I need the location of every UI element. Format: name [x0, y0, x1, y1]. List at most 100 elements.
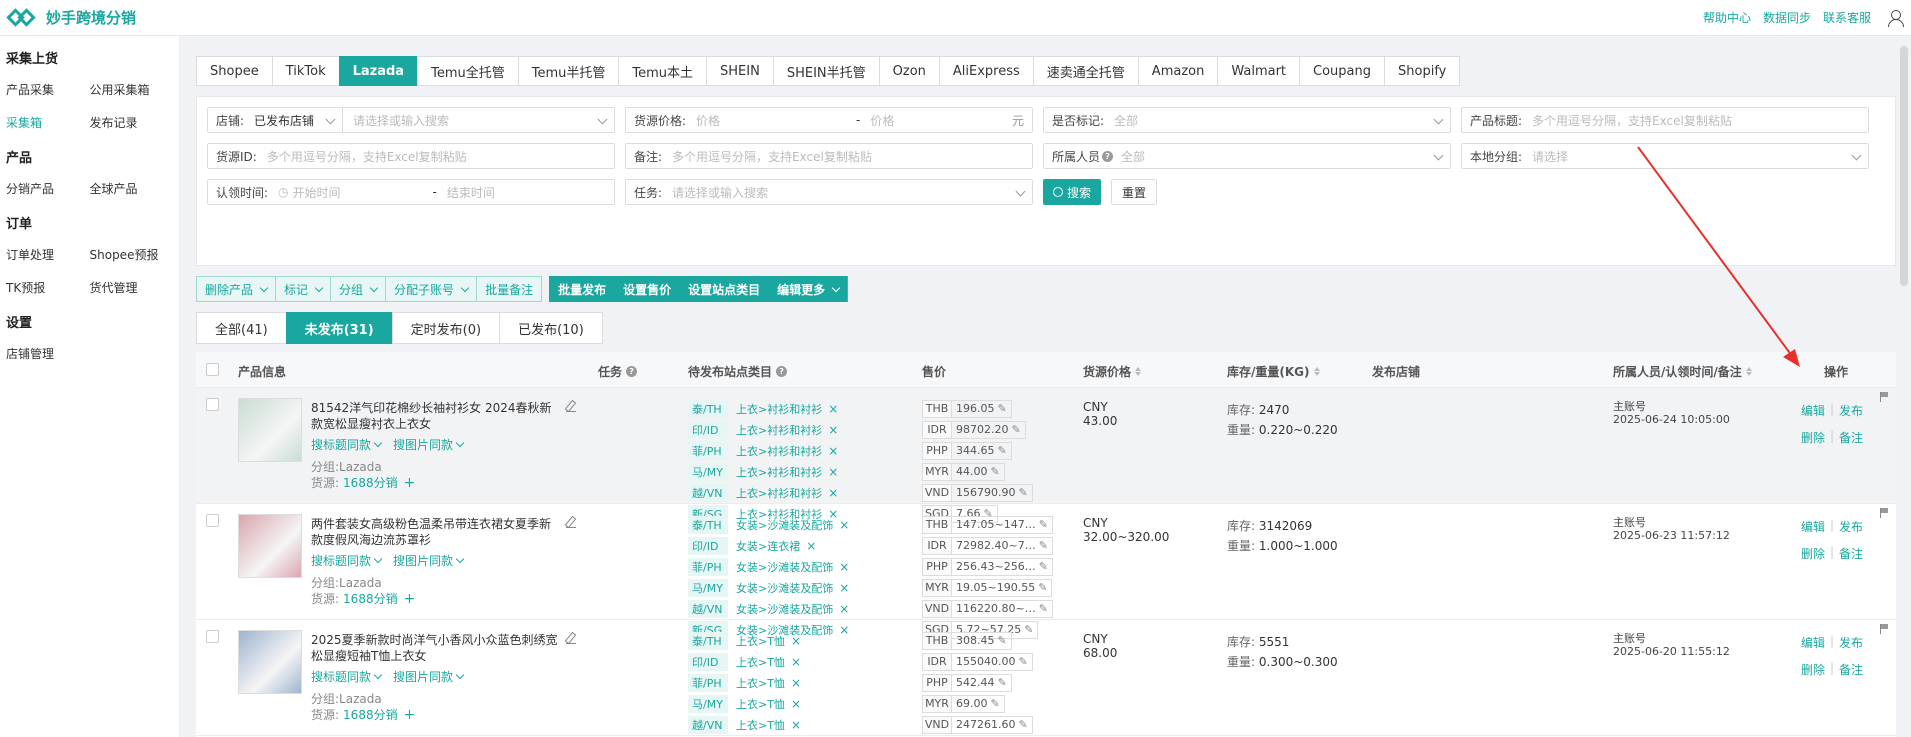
category-path[interactable]: 上衣>T恤: [736, 654, 785, 670]
page-scrollbar[interactable]: [1900, 46, 1908, 286]
platform-tab[interactable]: 速卖通全托管: [1032, 56, 1139, 86]
price-min-input[interactable]: 价格: [696, 112, 856, 129]
category-path[interactable]: 上衣>衬衫和衬衫: [736, 422, 822, 438]
search-image-same-link[interactable]: 搜图片同款: [393, 668, 465, 685]
price-value[interactable]: 247261.60 ✎: [952, 715, 1033, 734]
add-icon[interactable]: +: [404, 707, 416, 723]
edit-more-button[interactable]: 编辑更多: [768, 276, 849, 302]
delete-button[interactable]: 删除: [1801, 545, 1825, 562]
platform-tab[interactable]: TikTok: [271, 56, 340, 86]
claim-end-input[interactable]: 结束时间: [447, 184, 495, 201]
search-title-same-link[interactable]: 搜标题同款: [311, 668, 383, 685]
flag-icon[interactable]: [1880, 392, 1889, 402]
note-button[interactable]: 备注: [1839, 661, 1863, 678]
price-value[interactable]: 344.65 ✎: [952, 441, 1012, 460]
price-value[interactable]: 98702.20 ✎: [952, 420, 1026, 439]
search-title-same-link[interactable]: 搜标题同款: [311, 552, 383, 569]
product-title[interactable]: 2025夏季新款时尚洋气小香风小众蓝色刺绣宽松显瘦短袖T恤上衣女: [311, 632, 571, 664]
publish-button[interactable]: 发布: [1839, 518, 1863, 535]
edit-title-icon[interactable]: [566, 518, 576, 528]
status-tab[interactable]: 定时发布(0): [391, 312, 501, 344]
sidebar-item-publish-records[interactable]: 发布记录: [90, 114, 174, 131]
category-path[interactable]: 上衣>T恤: [736, 696, 785, 712]
platform-tab[interactable]: SHEIN半托管: [772, 56, 880, 86]
source-price-range[interactable]: 货源价格: 价格 - 价格 元: [625, 107, 1033, 133]
delete-products-button[interactable]: 删除产品: [196, 276, 277, 302]
sidebar-item-shop-management[interactable]: 店铺管理: [6, 345, 90, 362]
sidebar-item-shopee-forecast[interactable]: Shopee预报: [90, 246, 174, 263]
owner-select[interactable]: 所属人员 ? 全部: [1043, 143, 1451, 169]
remove-icon[interactable]: ×: [839, 560, 849, 574]
category-path[interactable]: 上衣>衬衫和衬衫: [736, 485, 822, 501]
col-source-price[interactable]: 货源价格: [1083, 363, 1142, 380]
source-link[interactable]: 1688分销: [343, 476, 398, 490]
source-link[interactable]: 1688分销: [343, 592, 398, 606]
price-value[interactable]: 116220.80~… ✎: [952, 599, 1053, 618]
category-path[interactable]: 上衣>T恤: [736, 633, 785, 649]
remove-icon[interactable]: ×: [791, 655, 801, 669]
platform-tab[interactable]: Temu全托管: [417, 56, 519, 86]
edit-button[interactable]: 编辑: [1801, 518, 1825, 535]
set-price-button[interactable]: 设置售价: [614, 276, 681, 302]
data-sync-link[interactable]: 数据同步: [1763, 9, 1811, 26]
edit-title-icon[interactable]: [566, 402, 576, 412]
platform-tab[interactable]: SHEIN: [706, 56, 774, 86]
search-button[interactable]: 搜索: [1043, 179, 1102, 205]
note-input[interactable]: 备注: 多个用逗号分隔，支持Excel复制粘贴: [625, 143, 1033, 169]
search-title-same-link[interactable]: 搜标题同款: [311, 436, 383, 453]
assign-subaccount-button[interactable]: 分配子账号: [385, 276, 478, 302]
category-path[interactable]: 上衣>衬衫和衬衫: [736, 443, 822, 459]
shop-select[interactable]: 店铺: 已发布店铺 请选择或输入搜索: [207, 107, 615, 133]
sidebar-item-order-processing[interactable]: 订单处理: [6, 246, 90, 263]
batch-note-button[interactable]: 批量备注: [476, 276, 543, 302]
user-icon[interactable]: [1887, 9, 1904, 27]
reset-button[interactable]: 重置: [1111, 179, 1158, 205]
contact-support-link[interactable]: 联系客服: [1823, 9, 1871, 26]
remove-icon[interactable]: ×: [791, 634, 801, 648]
price-value[interactable]: 19.05~190.55 ✎: [952, 578, 1053, 597]
price-value[interactable]: 156790.90 ✎: [952, 483, 1033, 502]
remove-icon[interactable]: ×: [839, 581, 849, 595]
price-value[interactable]: 44.00 ✎: [952, 462, 1005, 481]
category-path[interactable]: 上衣>T恤: [736, 717, 785, 733]
remove-icon[interactable]: ×: [828, 423, 838, 437]
platform-tab[interactable]: Ozon: [878, 56, 940, 86]
search-image-same-link[interactable]: 搜图片同款: [393, 552, 465, 569]
flag-icon[interactable]: [1880, 508, 1889, 518]
remove-icon[interactable]: ×: [806, 539, 816, 553]
sidebar-item-public-collect-box[interactable]: 公用采集箱: [90, 81, 174, 98]
remove-icon[interactable]: ×: [839, 602, 849, 616]
edit-title-icon[interactable]: [566, 634, 576, 644]
remove-icon[interactable]: ×: [791, 676, 801, 690]
remove-icon[interactable]: ×: [791, 697, 801, 711]
add-icon[interactable]: +: [404, 475, 416, 491]
select-all-checkbox[interactable]: [206, 363, 219, 376]
product-title-input[interactable]: 产品标题: 多个用逗号分隔，支持Excel复制粘贴: [1461, 107, 1869, 133]
product-title[interactable]: 两件套装女高级粉色温柔吊带连衣裙女夏季新款度假风海边流苏罩衫: [311, 516, 571, 548]
platform-tab[interactable]: AliExpress: [938, 56, 1034, 86]
marked-select[interactable]: 是否标记: 全部: [1043, 107, 1451, 133]
row-checkbox[interactable]: [206, 514, 219, 527]
help-center-link[interactable]: 帮助中心: [1703, 9, 1751, 26]
shop-search-input[interactable]: 请选择或输入搜索: [343, 112, 449, 129]
sidebar-item-collect-box[interactable]: 采集箱: [6, 114, 90, 131]
platform-tab[interactable]: Coupang: [1299, 56, 1386, 86]
edit-button[interactable]: 编辑: [1801, 402, 1825, 419]
category-path[interactable]: 女装>沙滩装及配饰: [736, 559, 833, 575]
remove-icon[interactable]: ×: [828, 486, 838, 500]
group-button[interactable]: 分组: [330, 276, 387, 302]
price-value[interactable]: 72982.40~7… ✎: [952, 536, 1053, 555]
remove-icon[interactable]: ×: [791, 718, 801, 732]
remove-icon[interactable]: ×: [828, 465, 838, 479]
status-tab[interactable]: 未发布(31): [285, 312, 393, 344]
add-icon[interactable]: +: [404, 591, 416, 607]
category-path[interactable]: 女装>沙滩装及配饰: [736, 517, 833, 533]
flag-icon[interactable]: [1880, 624, 1889, 634]
category-path[interactable]: 女装>沙滩装及配饰: [736, 601, 833, 617]
platform-tab[interactable]: Shopify: [1384, 56, 1461, 86]
col-stock[interactable]: 库存/重量(KG): [1227, 363, 1320, 380]
sidebar-item-global-products[interactable]: 全球产品: [90, 180, 174, 197]
source-link[interactable]: 1688分销: [343, 708, 398, 722]
task-select[interactable]: 任务: 请选择或输入搜索: [625, 179, 1033, 205]
price-value[interactable]: 308.45 ✎: [952, 631, 1012, 650]
